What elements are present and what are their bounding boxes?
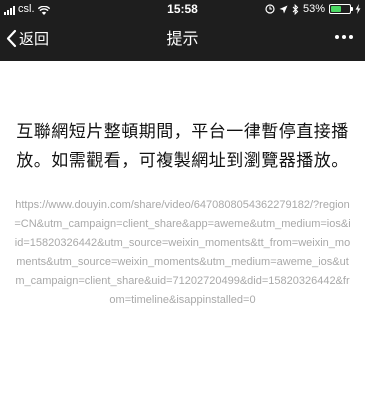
video-url[interactable]: https://www.douyin.com/share/video/64708… — [14, 196, 351, 310]
more-button[interactable] — [333, 31, 355, 43]
battery-icon — [329, 4, 353, 14]
battery-tip — [351, 7, 353, 11]
notice-message: 互聯網短片整頓期間，平台一律暫停直接播放。如需觀看，可複製網址到瀏覽器播放。 — [16, 122, 349, 171]
bluetooth-icon — [292, 3, 299, 15]
status-right: 53% — [265, 3, 361, 15]
ellipsis-icon-dot — [342, 35, 346, 39]
status-bar: csl. 15:58 53% — [0, 0, 365, 20]
nav-bar: 返回 提示 — [0, 20, 365, 61]
battery-percent: 53% — [302, 3, 325, 15]
page-title: 提示 — [166, 29, 199, 48]
location-icon — [279, 5, 288, 14]
battery-fill — [331, 6, 341, 12]
ellipsis-icon-dot — [349, 35, 353, 39]
screen: csl. 15:58 53% 返回 提示 互聯網短片整頓期間，平台一律暫停直接播… — [0, 0, 365, 398]
ellipsis-icon-dot — [335, 35, 339, 39]
alarm-icon — [265, 4, 275, 14]
charging-icon — [355, 4, 361, 14]
header: csl. 15:58 53% 返回 提示 — [0, 0, 365, 61]
content: 互聯網短片整頓期間，平台一律暫停直接播放。如需觀看，可複製網址到瀏覽器播放。 h… — [0, 61, 365, 310]
